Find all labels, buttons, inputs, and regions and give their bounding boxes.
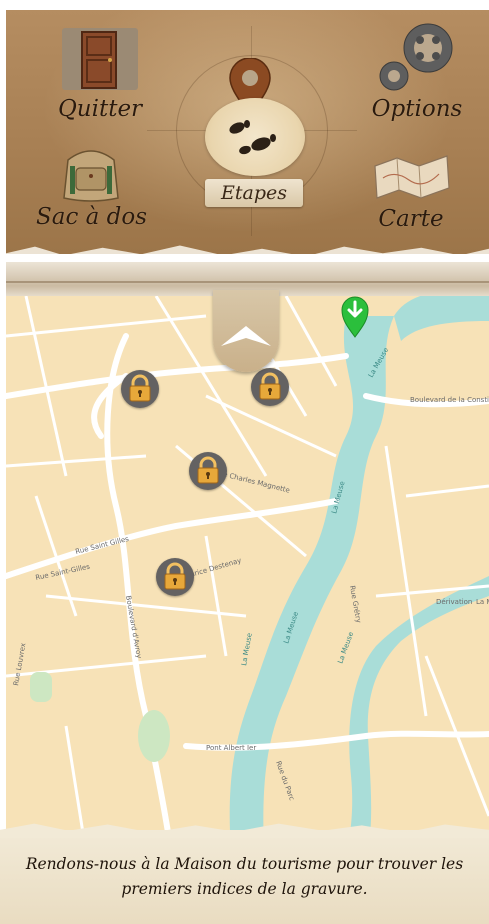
street-label: Rue Grétry xyxy=(348,585,362,624)
locked-stage-marker[interactable] xyxy=(251,368,289,406)
street-label: Pont Albert Ier xyxy=(206,744,256,752)
arrow-down-pin-icon[interactable] xyxy=(340,295,370,339)
city-map[interactable]: Boulevard de la Constitution Rue Saint-G… xyxy=(6,296,489,852)
chevron-up-icon xyxy=(221,326,271,346)
story-text: Rendons-nous à la Maison du tourisme pou… xyxy=(0,852,489,902)
options-menu-item[interactable]: Options xyxy=(362,22,472,122)
folded-map-icon xyxy=(369,148,453,204)
padlock-icon xyxy=(129,374,151,402)
story-line-1: Rendons-nous à la Maison du tourisme pou… xyxy=(25,855,464,873)
door-icon xyxy=(60,24,140,94)
collapse-menu-button[interactable] xyxy=(213,290,279,372)
padlock-icon xyxy=(164,562,186,590)
quit-label: Quitter xyxy=(57,96,143,122)
locked-stage-marker[interactable] xyxy=(121,370,159,408)
map-label: Carte xyxy=(378,206,444,232)
backpack-label: Sac à dos xyxy=(36,204,148,230)
padlock-icon xyxy=(197,456,219,484)
map-menu-item[interactable]: Carte xyxy=(356,148,466,232)
backpack-icon xyxy=(56,140,126,204)
rail-divider xyxy=(6,281,489,283)
gears-icon xyxy=(372,22,462,94)
locked-stage-marker[interactable] xyxy=(189,452,227,490)
street-label: Dérivation xyxy=(436,598,472,606)
padlock-icon xyxy=(259,372,281,400)
stages-button[interactable] xyxy=(205,98,305,176)
main-menu-panel: Quitter Options Etapes Sac à dos Carte xyxy=(6,10,489,254)
river-label: La Meuse xyxy=(336,631,355,665)
backpack-menu-item[interactable]: Sac à dos xyxy=(36,140,148,230)
map-canvas: Boulevard de la Constitution Rue Saint-G… xyxy=(6,296,489,852)
story-line-2: premiers indices de la gravure. xyxy=(121,880,368,898)
options-label: Options xyxy=(371,96,463,122)
quit-menu-item[interactable]: Quitter xyxy=(50,24,150,122)
street-label: Boulevard de la Constitution xyxy=(410,396,489,404)
stages-label[interactable]: Etapes xyxy=(205,179,303,207)
street-label: La Meuse xyxy=(476,598,489,606)
story-footer: Rendons-nous à la Maison du tourisme pou… xyxy=(0,830,489,924)
street-label: Rue Louvrex xyxy=(12,642,27,686)
street-label: Rue du Parc xyxy=(274,760,296,802)
locked-stage-marker[interactable] xyxy=(156,558,194,596)
footprints-icon xyxy=(223,114,287,168)
river-label: La Meuse xyxy=(240,632,254,666)
